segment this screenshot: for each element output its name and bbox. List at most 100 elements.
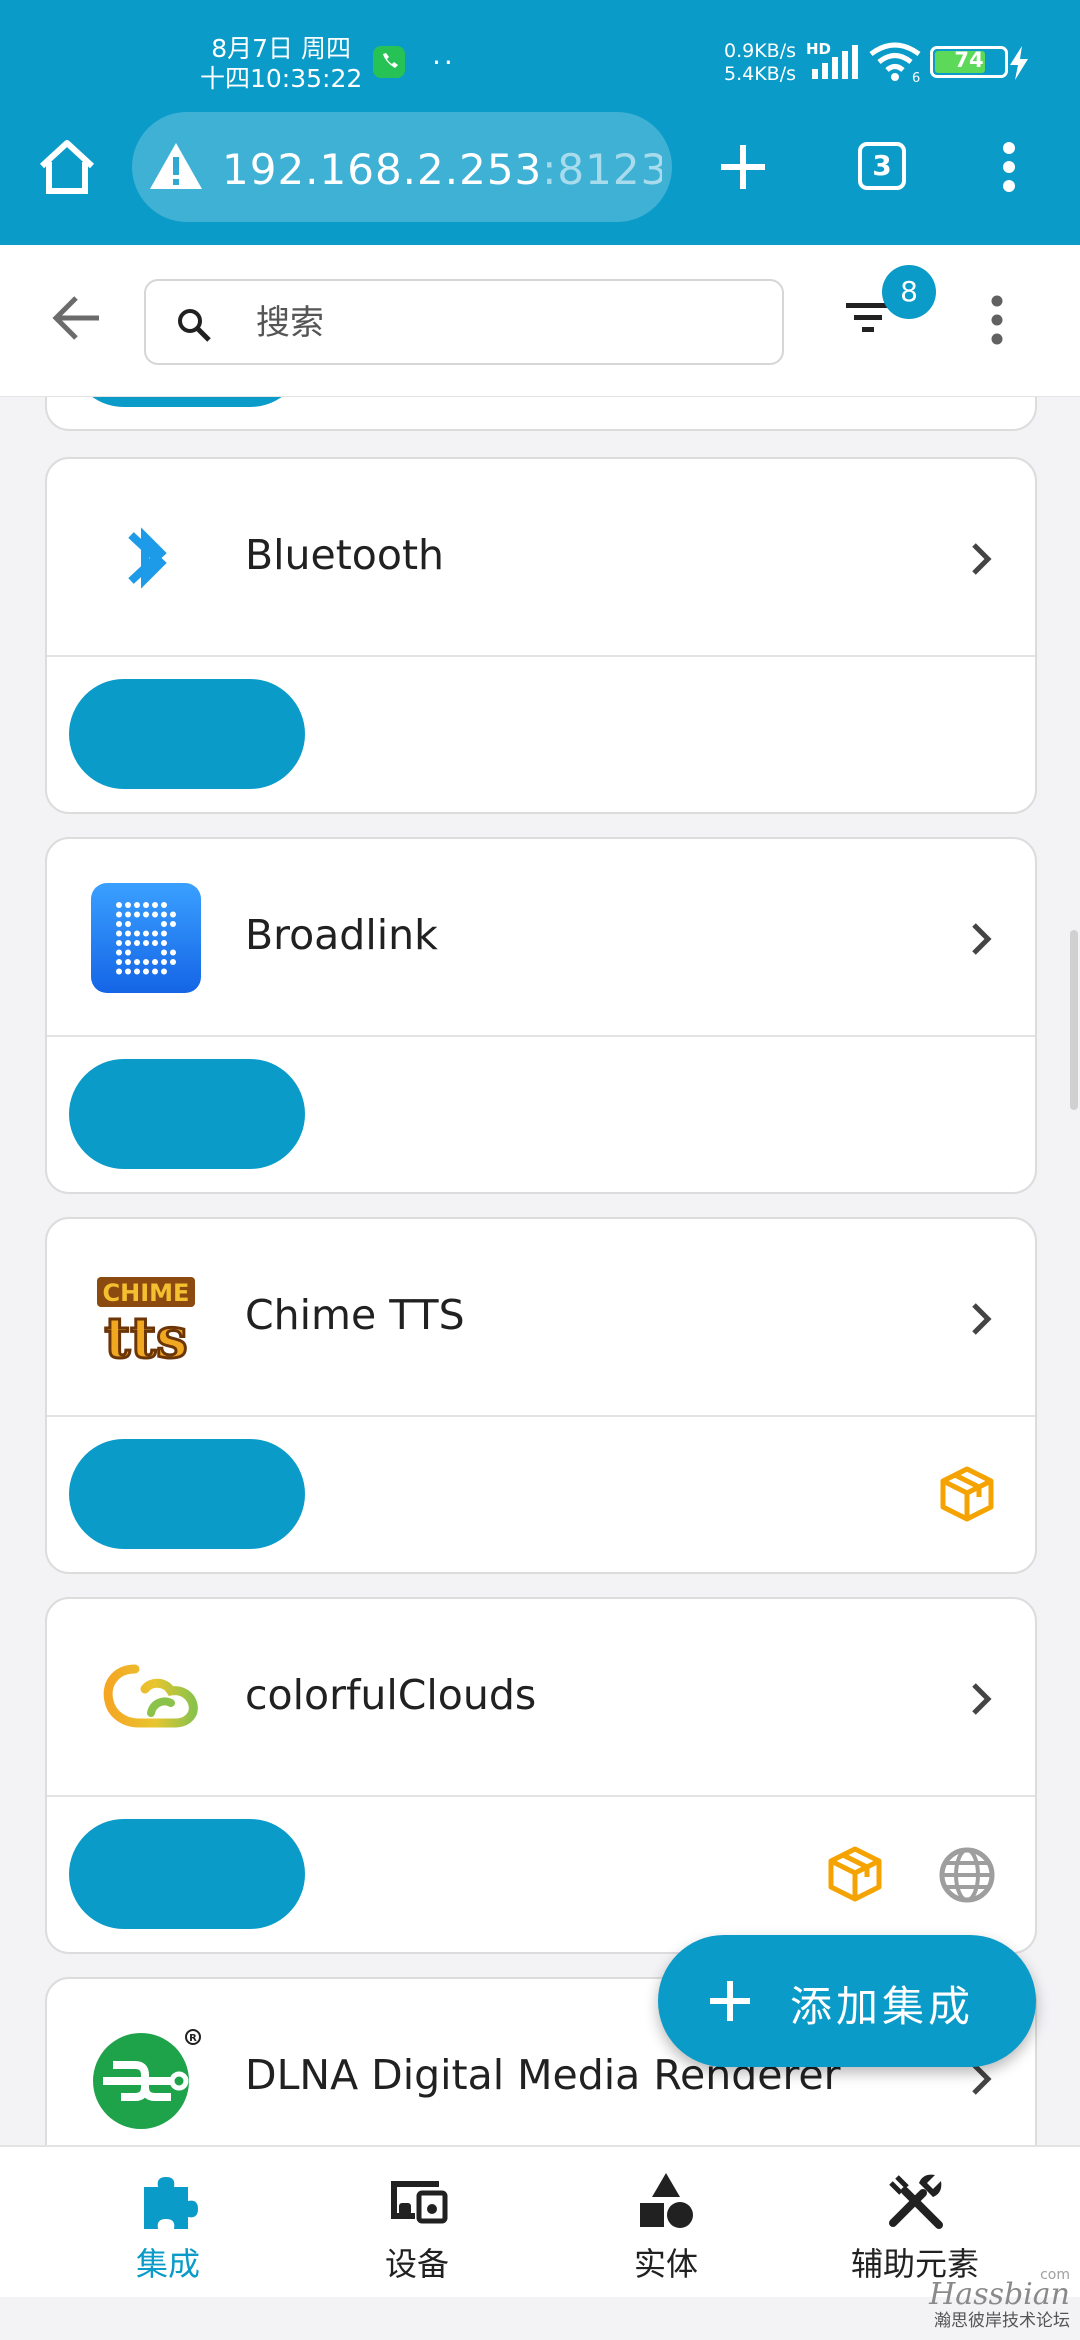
scrollbar-thumb[interactable] <box>1070 930 1078 1110</box>
custom-integration-icon[interactable] <box>937 1465 997 1523</box>
search-icon <box>178 309 211 342</box>
not-secure-warning-icon[interactable] <box>148 140 204 192</box>
integration-name: colorfulClouds <box>245 1671 537 1719</box>
broadlink-logo-dot <box>161 940 167 946</box>
integration-card-header[interactable]: Bluetooth <box>47 459 1035 657</box>
broadlink-logo-dot <box>125 930 131 937</box>
nav-tab-integrations[interactable]: 集成 <box>43 2147 293 2299</box>
bluetooth-logo-icon <box>128 527 167 589</box>
integration-card-broadlink[interactable]: Broadlink <box>45 837 1037 1194</box>
integration-card-colorfulclouds[interactable]: colorfulClouds <box>45 1597 1037 1954</box>
integration-card-header[interactable]: Broadlink <box>47 839 1035 1037</box>
browser-url-bar: 192.168.2.253:8123/ 3 <box>0 110 1080 245</box>
net-speed-down: 5.4KB/s <box>724 63 797 85</box>
chevron-right-icon[interactable] <box>969 921 993 957</box>
tab-switcher-button[interactable]: 3 <box>858 142 906 190</box>
browser-menu-icon[interactable] <box>1002 142 1016 192</box>
broadlink-logo-dot <box>161 902 167 908</box>
broadlink-logo-dot <box>143 911 149 918</box>
broadlink-logo-dot <box>152 902 158 908</box>
entry-pill-button[interactable] <box>69 1819 305 1929</box>
add-integration-label: 添加集成 <box>790 1982 975 2031</box>
broadlink-logo-dot <box>143 930 149 937</box>
browser-chrome: 8月7日 周四 十四10:35:22 ·· 0.9KB/s 5.4KB/s HD… <box>0 0 1080 245</box>
nav-label-entities: 实体 <box>633 2245 698 2283</box>
dlna-logo-icon: R <box>93 2029 201 2129</box>
battery-indicator: 74 <box>930 46 1008 78</box>
entry-pill-button[interactable] <box>69 1439 305 1549</box>
broadlink-logo-dot <box>152 968 158 975</box>
search-field[interactable] <box>144 279 784 365</box>
url-host: 192.168.2.253 <box>222 145 543 194</box>
integration-card-footer <box>47 1417 1035 1572</box>
broadlink-logo-dot <box>170 949 176 956</box>
entry-pill-button[interactable] <box>69 397 305 407</box>
watermark-brand: Hassbian <box>929 2277 1070 2312</box>
broadlink-logo-dot <box>116 930 122 937</box>
url-text[interactable]: 192.168.2.253:8123/ <box>222 145 662 194</box>
status-dots: ·· <box>432 46 456 79</box>
search-input[interactable] <box>254 295 754 351</box>
broadlink-logo-dot <box>161 949 167 956</box>
broadlink-logo-dot <box>116 949 122 956</box>
broadlink-logo-dot <box>116 911 122 918</box>
status-bar: 8月7日 周四 十四10:35:22 ·· 0.9KB/s 5.4KB/s HD… <box>0 0 1080 110</box>
entry-pill-button[interactable] <box>69 679 305 789</box>
watermark-sub: 瀚思彼岸技术论坛 <box>934 2311 1070 2331</box>
broadlink-logo-dot <box>134 968 140 975</box>
integration-name: Bluetooth <box>245 531 445 579</box>
signal-icon <box>812 45 858 79</box>
custom-integration-icon[interactable] <box>825 1845 885 1903</box>
chevron-right-icon[interactable] <box>969 1301 993 1337</box>
integration-card-chime-tts[interactable]: CHIME tts Chime TTS <box>45 1217 1037 1574</box>
add-integration-button[interactable]: 添加集成 <box>658 1935 1036 2067</box>
broadlink-logo-dot <box>161 911 167 918</box>
broadlink-logo-dot <box>143 968 149 975</box>
status-time: 十四10:35:22 <box>200 64 363 93</box>
entry-pill-button[interactable] <box>69 1059 305 1169</box>
chevron-right-icon[interactable] <box>969 1681 993 1717</box>
broadlink-logo-dot <box>152 940 158 946</box>
broadlink-logo-dot <box>170 959 176 965</box>
svg-text:R: R <box>189 2033 197 2044</box>
integration-card-footer <box>47 657 1035 812</box>
broadlink-logo-dot <box>134 930 140 937</box>
broadlink-logo-dot <box>125 921 131 927</box>
broadlink-logo-icon <box>91 883 201 993</box>
integration-card-footer <box>47 1797 1035 1952</box>
cloud-globe-icon[interactable] <box>937 1845 997 1905</box>
broadlink-logo-dot <box>134 911 140 918</box>
wifi-icon: 6 <box>869 42 921 82</box>
overflow-menu-icon[interactable] <box>990 295 1004 345</box>
address-bar[interactable]: 192.168.2.253:8123/ <box>132 112 672 222</box>
home-icon[interactable] <box>36 138 98 196</box>
colorfulclouds-logo-icon <box>103 1664 198 1728</box>
integration-name: Chime TTS <box>245 1291 465 1339</box>
chime-tts-logo-icon: CHIME tts <box>97 1277 195 1373</box>
new-tab-plus-icon[interactable] <box>718 142 768 192</box>
broadlink-logo-dot <box>125 940 131 946</box>
plus-icon <box>710 1981 750 2021</box>
broadlink-logo-dot <box>125 911 131 918</box>
charging-bolt-icon <box>1010 46 1028 80</box>
integration-list: Bluetooth Broadlink CHIME tts Chime TTS … <box>0 397 1080 2145</box>
broadlink-logo-dot <box>134 940 140 946</box>
integration-card-bluetooth[interactable]: Bluetooth <box>45 457 1037 814</box>
chevron-right-icon[interactable] <box>969 541 993 577</box>
devices-icon <box>391 2181 448 2224</box>
nav-tab-entities[interactable]: 实体 <box>541 2147 791 2299</box>
broadlink-logo-dot <box>161 968 167 975</box>
broadlink-logo-dot <box>161 959 167 965</box>
integration-card-partial[interactable] <box>45 397 1037 431</box>
integration-card-header[interactable]: colorfulClouds <box>47 1599 1035 1797</box>
integration-name: Broadlink <box>245 911 438 959</box>
broadlink-logo-dot <box>125 959 131 965</box>
wifi-sub: 6 <box>912 71 920 82</box>
broadlink-logo-dot <box>161 930 167 937</box>
integration-card-header[interactable]: CHIME tts Chime TTS <box>47 1219 1035 1417</box>
broadlink-logo-dot <box>116 940 122 946</box>
broadlink-logo-dot <box>116 968 122 975</box>
broadlink-logo-dot <box>152 959 158 965</box>
back-arrow-icon[interactable] <box>52 295 102 341</box>
nav-tab-devices[interactable]: 设备 <box>292 2147 542 2299</box>
